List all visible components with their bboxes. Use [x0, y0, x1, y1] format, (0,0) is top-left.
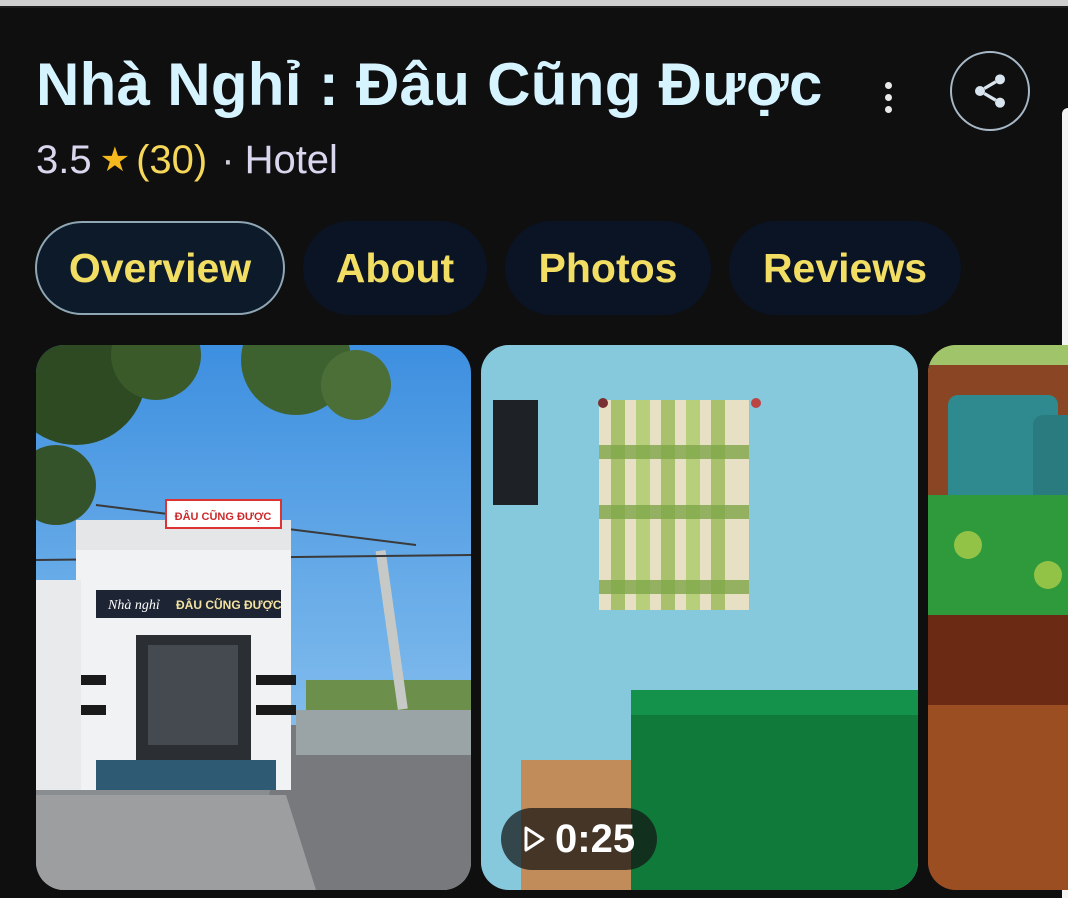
more-vert-icon-dot — [884, 105, 892, 113]
top-divider-shadow — [0, 6, 1068, 8]
sign-text-line2: ĐÂU CŨNG ĐƯỢC — [176, 597, 282, 612]
tab-bar: Overview About Photos Reviews — [35, 221, 961, 315]
tab-overview[interactable]: Overview — [35, 221, 285, 315]
video-duration: 0:25 — [555, 816, 636, 861]
photo-room-video[interactable]: 0:25 — [481, 345, 918, 890]
place-title: Nhà Nghỉ : Đâu Cũng Được — [36, 51, 823, 118]
review-count-link[interactable]: (30) — [136, 138, 207, 183]
photo-carousel[interactable]: ĐÂU CŨNG ĐƯỢC Nhà nghỉ ĐÂU CŨNG ĐƯỢC 0:2… — [36, 345, 1068, 890]
share-icon — [975, 74, 1005, 108]
more-options-button[interactable] — [868, 70, 908, 124]
sign-text-line1: Nhà nghỉ — [107, 598, 160, 613]
rating-value: 3.5 — [36, 137, 92, 182]
rating-row: 3.5 ★ (30) · Hotel — [36, 136, 338, 184]
tab-photos[interactable]: Photos — [505, 221, 711, 315]
more-vert-icon — [884, 81, 892, 89]
photo-bed[interactable] — [928, 345, 1068, 890]
place-category: Hotel — [244, 137, 338, 182]
svg-text:ĐÂU CŨNG ĐƯỢC: ĐÂU CŨNG ĐƯỢC — [175, 510, 272, 523]
tab-reviews[interactable]: Reviews — [729, 221, 961, 315]
star-icon: ★ — [99, 141, 131, 179]
photo-exterior[interactable]: ĐÂU CŨNG ĐƯỢC Nhà nghỉ ĐÂU CŨNG ĐƯỢC — [36, 345, 471, 890]
play-icon — [524, 826, 545, 852]
share-button[interactable] — [950, 51, 1030, 131]
video-duration-badge[interactable]: 0:25 — [501, 808, 658, 870]
more-vert-icon-dot — [884, 93, 892, 101]
tab-about[interactable]: About — [303, 221, 487, 315]
meta-separator: · — [221, 137, 235, 182]
